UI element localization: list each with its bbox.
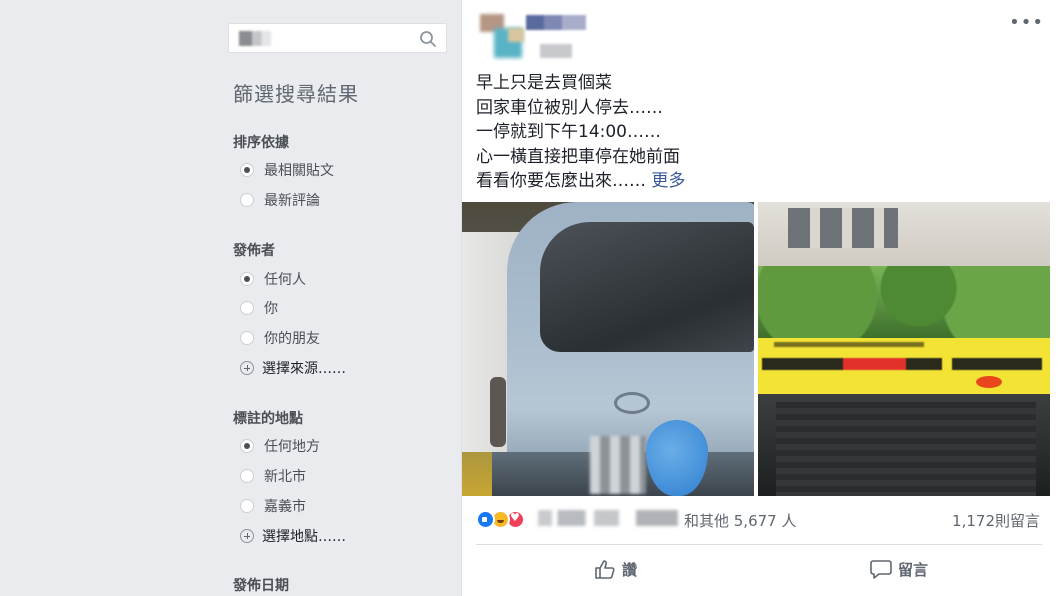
option-latest[interactable]: 最新評論 — [240, 190, 320, 210]
radio-icon[interactable] — [240, 163, 254, 177]
radio-icon[interactable] — [240, 301, 254, 315]
choose-location-link[interactable]: 選擇地點…… — [240, 526, 346, 546]
search-icon[interactable] — [419, 30, 437, 48]
post-line: 早上只是去買個菜 — [476, 73, 612, 93]
option-most-relevant[interactable]: 最相關貼文 — [240, 160, 334, 180]
plus-icon — [240, 529, 254, 543]
option-anyone[interactable]: 任何人 — [240, 269, 306, 289]
post-line: 回家車位被別人停去…… — [476, 97, 663, 118]
search-box[interactable] — [228, 23, 447, 53]
comment-icon — [870, 560, 892, 579]
see-more-link[interactable]: 更多 — [651, 171, 685, 191]
section-location-heading: 標註的地點 — [233, 411, 303, 427]
radio-icon[interactable] — [240, 331, 254, 345]
radio-icon[interactable] — [240, 272, 254, 286]
avatar[interactable] — [480, 14, 528, 60]
post-line-last: 看看你要怎麼出來…… 更多 — [476, 171, 686, 191]
section-sort-heading: 排序依據 — [233, 135, 289, 151]
comment-count[interactable]: 1,172則留言 — [952, 510, 1040, 531]
option-you[interactable]: 你 — [240, 298, 278, 318]
post-line: 一停就到下午14:00…… — [476, 122, 661, 142]
radio-icon[interactable] — [240, 469, 254, 483]
like-reaction-icon — [476, 509, 495, 529]
photo-parking-sign[interactable] — [758, 202, 1050, 496]
section-poster-heading: 發佈者 — [233, 243, 275, 259]
divider — [476, 544, 1042, 545]
option-new-taipei[interactable]: 新北市 — [240, 466, 306, 486]
photo-parked-car[interactable] — [462, 202, 754, 496]
radio-icon[interactable] — [240, 193, 254, 207]
like-button[interactable]: 讚 — [594, 554, 637, 584]
radio-icon[interactable] — [240, 439, 254, 453]
comment-button[interactable]: 留言 — [870, 554, 928, 584]
option-chiayi[interactable]: 嘉義市 — [240, 496, 306, 516]
post-card: ••• 早上只是去買個菜 回家車位被別人停去…… 一停就到下午14:00…… 心… — [461, 0, 1060, 596]
author-name-blur[interactable] — [526, 15, 586, 30]
thumbs-up-icon — [595, 560, 615, 579]
option-anywhere[interactable]: 任何地方 — [240, 436, 320, 456]
filter-title: 篩選搜尋結果 — [233, 82, 359, 106]
choose-source-link[interactable]: 選擇來源…… — [240, 358, 346, 378]
plus-icon — [240, 361, 254, 375]
reactions-summary[interactable] — [476, 508, 525, 530]
reaction-count[interactable]: 和其他 5,677 人 — [684, 510, 796, 531]
post-line: 心一橫直接把車停在她前面 — [476, 146, 680, 167]
radio-icon[interactable] — [240, 499, 254, 513]
post-meta-blur — [540, 44, 572, 58]
more-options-icon[interactable]: ••• — [1009, 12, 1044, 33]
section-date-heading: 發佈日期 — [233, 578, 289, 594]
reactor-names-blur[interactable] — [538, 510, 678, 526]
post-text: 早上只是去買個菜 回家車位被別人停去…… 一停就到下午14:00…… 心一橫直接… — [476, 71, 1036, 194]
search-input[interactable] — [237, 29, 407, 49]
option-your-friends[interactable]: 你的朋友 — [240, 328, 320, 348]
